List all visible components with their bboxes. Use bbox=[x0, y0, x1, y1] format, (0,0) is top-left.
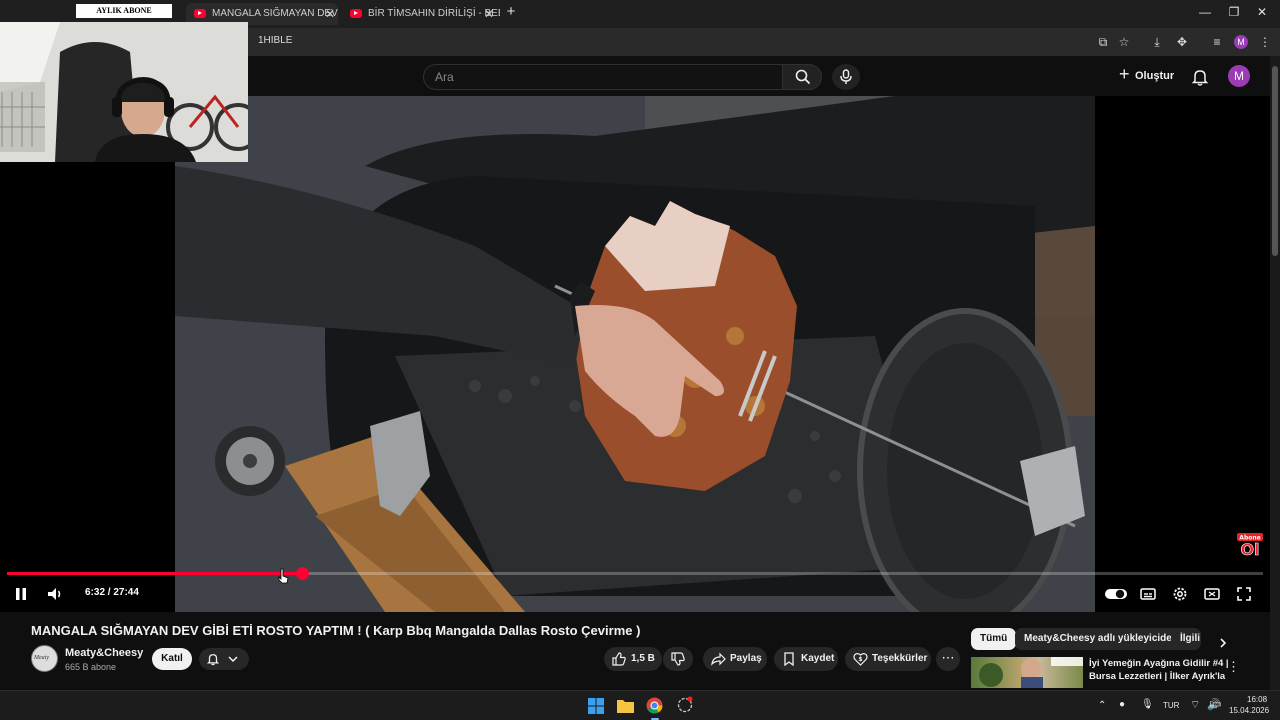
tab-timsah[interactable]: BİR TİMSAHIN DİRİLİŞİ - BEBEK ✕ bbox=[342, 3, 500, 25]
account-avatar[interactable]: M bbox=[1228, 65, 1250, 87]
minimize-window-button[interactable]: — bbox=[1195, 5, 1215, 19]
video-title: MANGALA SIĞMAYAN DEV GİBİ ETİ ROSTO YAPT… bbox=[31, 623, 641, 638]
chip-related[interactable]: İlgili bbox=[1171, 628, 1201, 650]
clock-time[interactable]: 16:08 bbox=[1247, 695, 1267, 704]
thanks-label: Teşekkürler bbox=[872, 653, 928, 664]
close-tab-icon[interactable]: ✕ bbox=[484, 3, 494, 25]
tab-label: BİR TİMSAHIN DİRİLİŞİ - BEBEK bbox=[368, 8, 500, 19]
close-window-button[interactable]: ✕ bbox=[1252, 5, 1272, 19]
windows-taskbar: ⌃ ● 🎙 TUR ⌔ 🔊 ▭ 16:08 15.04.2026 bbox=[0, 690, 1280, 720]
join-button[interactable]: Katıl bbox=[152, 648, 192, 670]
dislike-button[interactable] bbox=[663, 647, 693, 671]
close-tab-icon[interactable]: ✕ bbox=[325, 3, 335, 25]
share-icon bbox=[711, 652, 726, 666]
browser-menu-icon[interactable]: ⋮ bbox=[1257, 34, 1273, 50]
like-button[interactable]: 1,5 B bbox=[604, 647, 662, 671]
svg-text:$: $ bbox=[858, 656, 862, 663]
subscriber-count: 665 B abone bbox=[65, 662, 117, 672]
media-control-icon[interactable]: ≡ bbox=[1209, 34, 1225, 50]
svg-text:Ol: Ol bbox=[1240, 540, 1259, 558]
settings-gear-icon[interactable] bbox=[1171, 585, 1189, 603]
download-icon[interactable]: ⤓ bbox=[1149, 34, 1165, 50]
progress-bar[interactable] bbox=[7, 567, 1263, 580]
streamer-webcam-overlay bbox=[0, 22, 248, 162]
bookmark-star-icon[interactable]: ☆ bbox=[1116, 34, 1132, 50]
notification-settings-button[interactable] bbox=[199, 648, 249, 670]
bell-icon bbox=[206, 654, 220, 666]
file-explorer-icon[interactable] bbox=[617, 698, 634, 713]
more-actions-button[interactable]: ⋯ bbox=[936, 647, 960, 671]
video-frame bbox=[175, 96, 1095, 612]
wifi-icon[interactable]: ⌔ bbox=[1190, 698, 1200, 712]
mouse-cursor-icon bbox=[278, 568, 289, 584]
subscribe-watermark-badge[interactable]: Abone Ol bbox=[1236, 532, 1264, 558]
progress-played bbox=[7, 572, 303, 575]
tray-chevron-icon[interactable]: ⌃ bbox=[1098, 700, 1106, 711]
chip-from-uploader[interactable]: Meaty&Cheesy adlı yükleyiciden bbox=[1015, 628, 1187, 650]
microphone-icon bbox=[840, 69, 852, 84]
youtube-favicon-icon bbox=[194, 9, 206, 18]
browser-profile-avatar[interactable]: M bbox=[1234, 35, 1248, 49]
autoplay-toggle[interactable] bbox=[1104, 585, 1128, 603]
subtitles-icon[interactable] bbox=[1139, 585, 1157, 603]
save-button[interactable]: Kaydet bbox=[774, 647, 838, 671]
voice-search-button[interactable] bbox=[832, 64, 860, 90]
page-scrollbar[interactable] bbox=[1270, 56, 1280, 690]
language-indicator[interactable]: TUR bbox=[1163, 701, 1179, 710]
app-circle-icon[interactable] bbox=[676, 696, 694, 714]
thanks-heart-dollar-icon: $ bbox=[853, 653, 868, 666]
video-frame-image bbox=[175, 96, 1095, 612]
webcam-feed-image bbox=[0, 22, 248, 162]
clock-date[interactable]: 15.04.2026 bbox=[1229, 706, 1269, 715]
chip-all[interactable]: Tümü bbox=[971, 628, 1017, 650]
monthly-subscriber-banner: AYLIK ABONE bbox=[76, 4, 172, 18]
battery-icon[interactable]: ▭ bbox=[1212, 699, 1221, 710]
thanks-button[interactable]: $ Teşekkürler bbox=[845, 647, 931, 671]
windows-start-icon[interactable] bbox=[588, 698, 604, 714]
restore-window-button[interactable]: ❐ bbox=[1224, 5, 1244, 19]
youtube-favicon-icon bbox=[350, 9, 362, 18]
share-label: Paylaş bbox=[730, 653, 762, 664]
tray-app-icon[interactable]: ● bbox=[1119, 699, 1125, 710]
recommendation-more-icon[interactable]: ⋮ bbox=[1227, 659, 1240, 675]
chevron-down-icon bbox=[228, 656, 238, 663]
notifications-bell-icon[interactable] bbox=[1190, 67, 1210, 87]
create-button[interactable]: Oluştur bbox=[1117, 64, 1174, 86]
channel-avatar[interactable]: Meaty bbox=[31, 645, 58, 672]
search-icon bbox=[795, 69, 811, 85]
fullscreen-icon[interactable] bbox=[1235, 585, 1253, 603]
save-label: Kaydet bbox=[801, 653, 835, 664]
new-tab-button[interactable]: + bbox=[501, 3, 521, 20]
url-text[interactable]: 1HIBLE bbox=[258, 35, 292, 46]
recommended-video-thumbnail[interactable] bbox=[971, 657, 1083, 688]
bookmark-icon bbox=[784, 652, 794, 666]
extensions-icon[interactable]: ✥ bbox=[1174, 34, 1190, 50]
channel-avatar-logo: Meaty bbox=[34, 655, 49, 661]
install-app-icon[interactable]: ⧉ bbox=[1095, 34, 1111, 50]
volume-icon[interactable] bbox=[46, 585, 64, 603]
scrollbar-thumb[interactable] bbox=[1272, 66, 1278, 256]
thumbnail-image bbox=[979, 657, 1083, 688]
search-button[interactable] bbox=[782, 64, 822, 90]
like-count: 1,5 B bbox=[631, 653, 655, 664]
thumbs-up-icon bbox=[612, 652, 626, 666]
tab-label: MANGALA SIĞMAYAN DEV bbox=[212, 8, 338, 19]
microphone-tray-icon[interactable]: 🎙 bbox=[1141, 699, 1154, 710]
chevron-right-icon[interactable] bbox=[1217, 637, 1229, 649]
theater-mode-icon[interactable] bbox=[1203, 585, 1221, 603]
channel-name[interactable]: Meaty&Cheesy bbox=[65, 647, 143, 659]
share-button[interactable]: Paylaş bbox=[703, 647, 767, 671]
video-player[interactable]: Abone Ol 6:32 / 27:44 bbox=[0, 96, 1270, 612]
time-display: 6:32 / 27:44 bbox=[85, 587, 139, 598]
chrome-icon[interactable] bbox=[646, 697, 663, 714]
search-input[interactable]: Ara bbox=[423, 64, 783, 90]
pause-button[interactable] bbox=[12, 585, 30, 603]
thumbs-down-icon bbox=[671, 652, 685, 666]
